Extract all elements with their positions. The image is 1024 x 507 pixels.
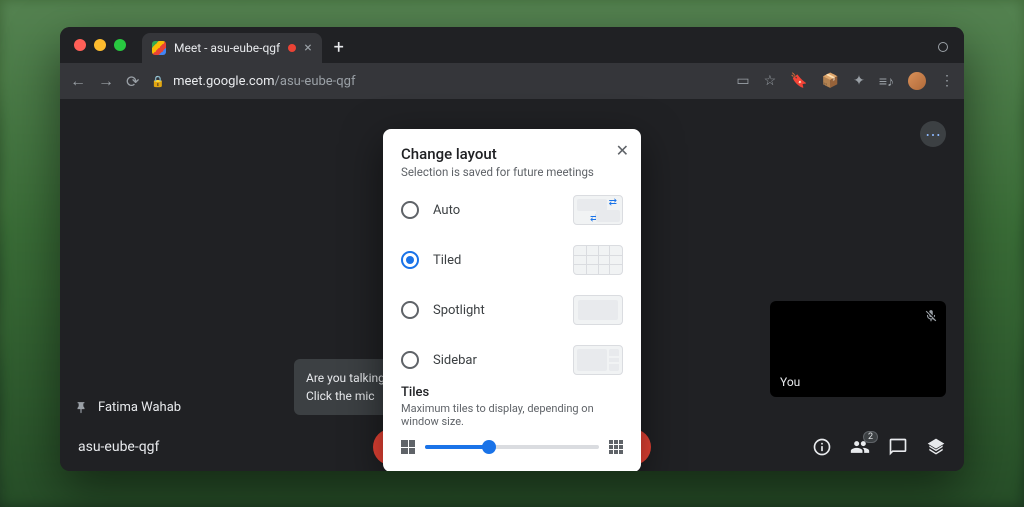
browser-menu-button[interactable]: ⋮ bbox=[940, 73, 954, 89]
tiles-description: Maximum tiles to display, depending on w… bbox=[401, 402, 623, 428]
layout-option-tiled[interactable]: Tiled bbox=[401, 245, 623, 275]
account-circle-icon[interactable] bbox=[938, 42, 948, 52]
layout-option-auto[interactable]: Auto ⇄⇄ bbox=[401, 195, 623, 225]
radio-selected-icon bbox=[401, 251, 419, 269]
window-controls bbox=[74, 39, 126, 51]
activities-button[interactable] bbox=[926, 437, 946, 457]
box-extension-icon[interactable]: 📦 bbox=[822, 73, 839, 89]
chat-button[interactable] bbox=[888, 437, 908, 457]
bookmark-star-icon[interactable]: ☆ bbox=[764, 73, 777, 89]
change-layout-dialog: ✕ Change layout Selection is saved for f… bbox=[383, 129, 641, 471]
lock-icon: 🔒 bbox=[151, 75, 165, 88]
radio-icon bbox=[401, 301, 419, 319]
address-bar[interactable]: 🔒 meet.google.com/asu-eube-qgf bbox=[151, 74, 724, 89]
more-options-button[interactable]: ⋯ bbox=[920, 121, 946, 147]
cast-icon[interactable]: ▭ bbox=[736, 73, 749, 89]
bottom-right-info: 2 bbox=[812, 437, 946, 457]
recording-indicator-icon bbox=[288, 44, 296, 52]
layout-thumb-spotlight bbox=[573, 295, 623, 325]
url-path: /asu-eube-qgf bbox=[275, 74, 356, 89]
option-label: Spotlight bbox=[433, 303, 559, 318]
forward-button[interactable]: → bbox=[98, 71, 114, 91]
tab-title: Meet - asu-eube-qgf bbox=[174, 41, 280, 55]
layout-option-sidebar[interactable]: Sidebar bbox=[401, 345, 623, 375]
pin-icon bbox=[74, 401, 88, 415]
layout-options: Auto ⇄⇄ Tiled Spotlight Sidebar bbox=[401, 195, 623, 375]
radio-icon bbox=[401, 351, 419, 369]
more-tiles-icon bbox=[609, 440, 623, 454]
minimize-window-button[interactable] bbox=[94, 39, 106, 51]
meet-content: ⋯ You Fatima Wahab Are you talking Click… bbox=[60, 99, 964, 471]
tiles-slider[interactable] bbox=[425, 445, 599, 449]
tiles-section: Tiles Maximum tiles to display, dependin… bbox=[401, 385, 623, 454]
layout-thumb-sidebar bbox=[573, 345, 623, 375]
new-tab-button[interactable]: + bbox=[334, 37, 344, 58]
meeting-code: asu-eube-qgf bbox=[78, 439, 159, 455]
tab-strip: Meet - asu-eube-qgf × + bbox=[60, 27, 964, 63]
dialog-close-button[interactable]: ✕ bbox=[616, 141, 629, 160]
participants-button[interactable]: 2 bbox=[850, 437, 870, 457]
self-video-tile[interactable]: You bbox=[770, 301, 946, 397]
tag-extension-icon[interactable]: 🔖 bbox=[790, 73, 807, 89]
browser-window: Meet - asu-eube-qgf × + ← → ⟳ 🔒 meet.goo… bbox=[60, 27, 964, 471]
back-button[interactable]: ← bbox=[70, 71, 86, 91]
browser-tab[interactable]: Meet - asu-eube-qgf × bbox=[142, 33, 322, 63]
dialog-title: Change layout bbox=[401, 145, 623, 163]
tiles-heading: Tiles bbox=[401, 385, 623, 400]
meeting-details-button[interactable] bbox=[812, 437, 832, 457]
url-host: meet.google.com bbox=[173, 74, 274, 89]
mic-muted-icon bbox=[924, 309, 938, 323]
reload-button[interactable]: ⟳ bbox=[126, 72, 139, 91]
browser-toolbar: ← → ⟳ 🔒 meet.google.com/asu-eube-qgf ▭ ☆… bbox=[60, 63, 964, 99]
profile-avatar[interactable] bbox=[908, 72, 926, 90]
self-tile-label: You bbox=[780, 375, 800, 389]
toolbar-extensions: ▭ ☆ 🔖 📦 ✦ ≡♪ ⋮ bbox=[736, 72, 954, 90]
radio-icon bbox=[401, 201, 419, 219]
layout-option-spotlight[interactable]: Spotlight bbox=[401, 295, 623, 325]
maximize-window-button[interactable] bbox=[114, 39, 126, 51]
pinned-participant: Fatima Wahab bbox=[74, 400, 181, 415]
extensions-puzzle-icon[interactable]: ✦ bbox=[853, 73, 865, 89]
option-label: Sidebar bbox=[433, 353, 559, 368]
close-window-button[interactable] bbox=[74, 39, 86, 51]
meet-favicon-icon bbox=[152, 41, 166, 55]
dialog-subtitle: Selection is saved for future meetings bbox=[401, 165, 623, 179]
tab-close-button[interactable]: × bbox=[304, 41, 311, 55]
layout-thumb-auto: ⇄⇄ bbox=[573, 195, 623, 225]
playlist-icon[interactable]: ≡♪ bbox=[879, 73, 894, 90]
pinned-name: Fatima Wahab bbox=[98, 400, 181, 415]
option-label: Auto bbox=[433, 203, 559, 218]
layout-thumb-tiled bbox=[573, 245, 623, 275]
option-label: Tiled bbox=[433, 253, 559, 268]
fewer-tiles-icon bbox=[401, 440, 415, 454]
participant-count-badge: 2 bbox=[863, 431, 878, 443]
